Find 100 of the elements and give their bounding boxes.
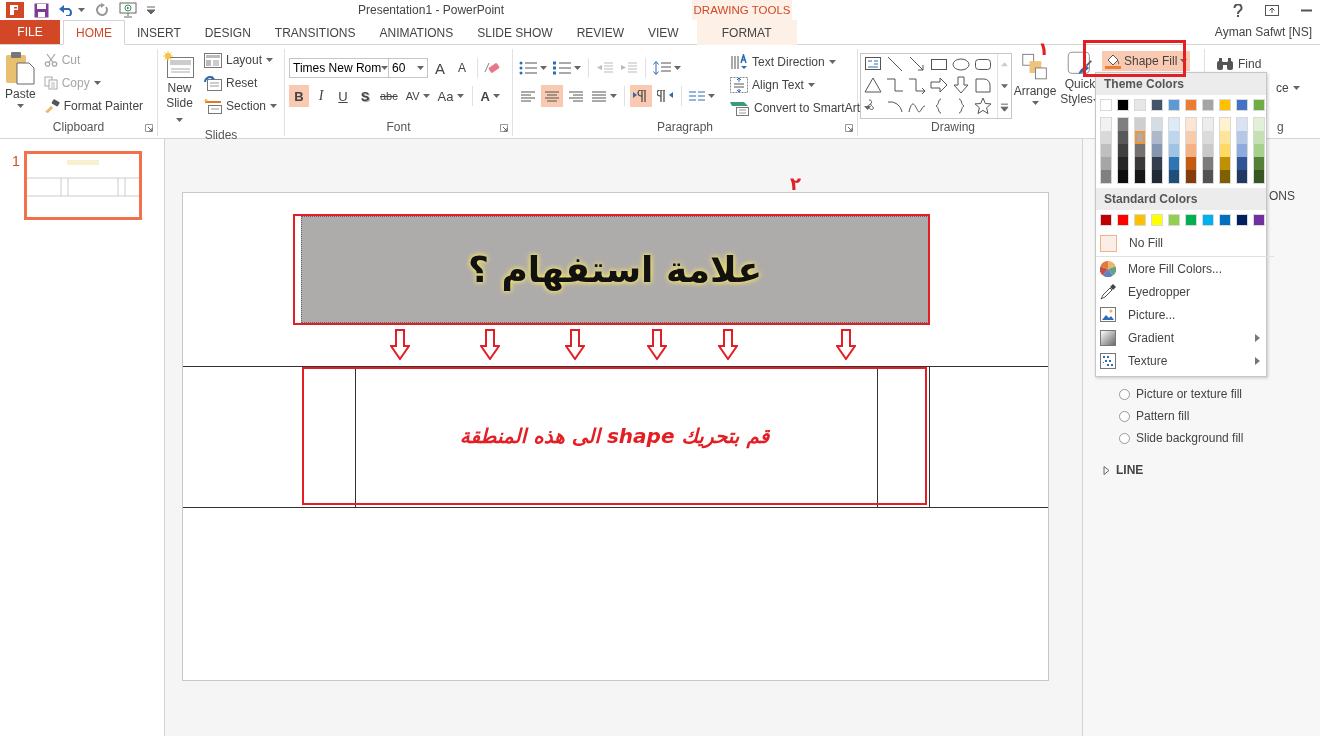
dialog-launcher-icon[interactable]	[500, 124, 508, 132]
color-swatch[interactable]	[1236, 99, 1248, 111]
paragraph-command[interactable]: Convert to SmartArt	[727, 97, 875, 119]
ribbon-tab[interactable]: FILE	[0, 20, 60, 44]
color-swatch[interactable]	[1135, 170, 1145, 183]
font-name-field[interactable]: Times New Rom	[289, 58, 389, 78]
color-swatch[interactable]	[1118, 157, 1128, 170]
fill-option[interactable]: Slide background fill	[1119, 429, 1320, 447]
color-swatch[interactable]	[1100, 214, 1112, 226]
title-shape[interactable]: علامة استفهام ؟	[301, 216, 929, 323]
format-button[interactable]: abc	[377, 85, 401, 107]
menu-item[interactable]: Eyedropper	[1096, 280, 1266, 303]
color-swatch[interactable]	[1135, 157, 1145, 170]
color-swatch[interactable]	[1186, 144, 1196, 157]
color-swatch[interactable]	[1254, 170, 1264, 183]
color-swatch[interactable]	[1135, 118, 1145, 131]
format-button[interactable]: A	[477, 85, 503, 107]
color-swatch[interactable]	[1134, 99, 1146, 111]
color-swatch[interactable]	[1253, 99, 1265, 111]
color-swatch[interactable]	[1152, 157, 1162, 170]
triangle-icon[interactable]	[863, 75, 883, 95]
customize-menu-icon[interactable]	[147, 6, 155, 14]
ribbon-tab[interactable]: SLIDE SHOW	[465, 20, 565, 45]
no-fill-option[interactable]: No Fill	[1096, 230, 1274, 257]
color-swatch[interactable]	[1203, 170, 1213, 183]
dialog-launcher-icon[interactable]	[145, 124, 153, 132]
color-swatch[interactable]	[1237, 118, 1247, 131]
color-swatch[interactable]	[1100, 99, 1112, 111]
color-swatch[interactable]	[1203, 118, 1213, 131]
color-swatch[interactable]	[1152, 144, 1162, 157]
snip-shape-icon[interactable]	[973, 75, 993, 95]
slide-thumbnail[interactable]	[23, 151, 142, 220]
radio-button[interactable]	[1119, 388, 1130, 400]
star-icon[interactable]	[973, 96, 993, 116]
down-arrow-icon[interactable]	[951, 75, 971, 95]
color-swatch[interactable]	[1186, 131, 1196, 144]
color-swatch[interactable]	[1186, 118, 1196, 131]
color-swatch[interactable]	[1237, 157, 1247, 170]
color-swatch[interactable]	[1185, 99, 1197, 111]
color-swatch[interactable]	[1220, 144, 1230, 157]
ribbon-tab[interactable]: VIEW	[635, 20, 691, 45]
color-swatch[interactable]	[1237, 144, 1247, 157]
ribbon-display-icon[interactable]	[1265, 4, 1279, 16]
shape-fill-button[interactable]: Shape Fill	[1102, 51, 1191, 71]
color-swatch[interactable]	[1169, 131, 1179, 144]
redo-icon[interactable]	[95, 3, 109, 17]
ribbon-tab[interactable]: HOME	[63, 20, 125, 45]
help-icon[interactable]	[1233, 3, 1243, 17]
slide-command[interactable]: Section	[200, 95, 280, 117]
color-swatch[interactable]	[1169, 170, 1179, 183]
color-swatch[interactable]	[1169, 157, 1179, 170]
color-swatch[interactable]	[1203, 131, 1213, 144]
radio-button[interactable]	[1119, 432, 1130, 444]
color-swatch[interactable]	[1101, 157, 1111, 170]
color-swatch[interactable]	[1118, 170, 1128, 183]
color-swatch[interactable]	[1118, 144, 1128, 157]
color-swatch[interactable]	[1117, 99, 1129, 111]
color-swatch[interactable]	[1151, 99, 1163, 111]
color-swatch[interactable]	[1101, 144, 1111, 157]
format-button[interactable]: U	[333, 85, 353, 107]
paragraph-command[interactable]: Text Direction	[727, 51, 875, 73]
color-swatch[interactable]	[1220, 131, 1230, 144]
grow-font-button[interactable]: A	[430, 57, 450, 79]
clipboard-command[interactable]: Format Painter	[40, 95, 147, 117]
color-swatch[interactable]	[1135, 131, 1145, 144]
color-swatch[interactable]	[1236, 214, 1248, 226]
left-to-right-button[interactable]	[630, 85, 652, 107]
color-swatch[interactable]	[1101, 170, 1111, 183]
format-button[interactable]: S	[355, 85, 375, 107]
color-swatch[interactable]	[1117, 214, 1129, 226]
format-button[interactable]: Aa	[434, 85, 467, 107]
shapes-gallery[interactable]	[860, 53, 1012, 119]
right-arrow-icon[interactable]	[929, 75, 949, 95]
color-swatch[interactable]	[1202, 99, 1214, 111]
color-swatch[interactable]	[1219, 214, 1231, 226]
color-swatch[interactable]	[1118, 131, 1128, 144]
new-slide-button[interactable]: New Slide	[162, 49, 197, 128]
color-swatch[interactable]	[1237, 170, 1247, 183]
menu-item[interactable]: Gradient	[1096, 326, 1266, 349]
color-swatch[interactable]	[1254, 157, 1264, 170]
color-swatch[interactable]	[1152, 170, 1162, 183]
color-swatch[interactable]	[1254, 131, 1264, 144]
ribbon-tab[interactable]: INSERT	[125, 20, 193, 45]
color-swatch[interactable]	[1220, 170, 1230, 183]
color-swatch[interactable]	[1219, 99, 1231, 111]
color-swatch[interactable]	[1101, 118, 1111, 131]
menu-item[interactable]: Picture...	[1096, 303, 1266, 326]
format-button[interactable]: AV	[402, 85, 433, 107]
color-swatch[interactable]	[1135, 144, 1145, 157]
color-swatch[interactable]	[1202, 214, 1214, 226]
line-icon[interactable]	[885, 54, 905, 74]
fill-option[interactable]: Picture or texture fill	[1119, 385, 1320, 403]
color-swatch[interactable]	[1168, 214, 1180, 226]
slide-command[interactable]: Layout	[200, 49, 280, 71]
replace-button[interactable]: ce	[1273, 77, 1316, 99]
align-button[interactable]	[541, 85, 563, 107]
color-swatch[interactable]	[1253, 214, 1265, 226]
format-button[interactable]: B	[289, 85, 309, 107]
color-swatch[interactable]	[1254, 118, 1264, 131]
menu-item[interactable]: More Fill Colors...	[1096, 257, 1266, 280]
